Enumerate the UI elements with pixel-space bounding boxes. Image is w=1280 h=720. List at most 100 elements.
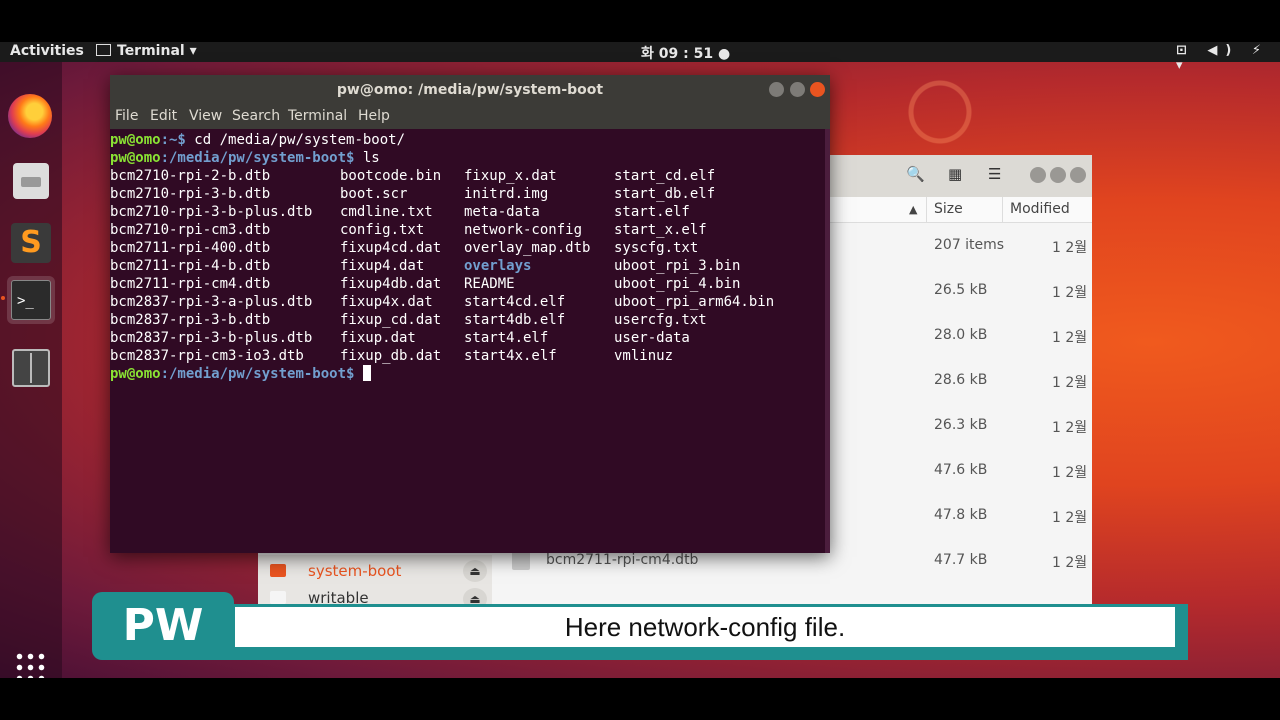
file-modified: 1 2월 <box>1052 375 1088 391</box>
menu-terminal[interactable]: Terminal <box>288 108 347 124</box>
listing-entry: bcm2710-rpi-2-b.dtb <box>110 168 271 184</box>
file-modified: 1 2월 <box>1052 240 1088 256</box>
file-modified: 1 2월 <box>1052 555 1088 571</box>
show-applications-icon[interactable] <box>14 651 48 678</box>
listing-entry: start4cd.elf <box>464 294 566 310</box>
prompt-path: :/media/pw/system-boot$ <box>160 366 363 382</box>
listing-column: bcm2710-rpi-2-b.dtb bcm2710-rpi-3-b.dtb bc… <box>110 167 312 365</box>
column-divider <box>926 197 927 222</box>
files-icon[interactable] <box>7 157 55 205</box>
dual-pane-icon <box>12 349 50 387</box>
listing-entry: meta-data <box>464 204 540 220</box>
listing-column: start_cd.elf start_db.elf start.elf start_x… <box>614 167 774 365</box>
minimize-button[interactable] <box>1030 167 1046 183</box>
menu-edit[interactable]: Edit <box>150 108 177 124</box>
listing-entry: bcm2711-rpi-4-b.dtb <box>110 258 271 274</box>
terminal-glyph: >_ <box>11 280 51 320</box>
command-line: pw@omo:/media/pw/system-boot$ ls <box>110 149 380 167</box>
listing-entry: fixup4db.dat <box>340 276 442 292</box>
terminal-small-icon <box>96 44 111 56</box>
listing-entry: bcm2837-rpi-cm3-io3.dtb <box>110 348 304 364</box>
listing-entry: fixup4x.dat <box>340 294 433 310</box>
listing-entry: syscfg.txt <box>614 240 699 256</box>
running-indicator <box>1 296 5 300</box>
maximize-button[interactable] <box>1050 167 1066 183</box>
search-icon[interactable]: 🔍 <box>906 165 925 183</box>
letterbox-bottom <box>0 678 1280 720</box>
column-modified[interactable]: Modified <box>1010 201 1070 217</box>
listing-column: bootcode.bin boot.scr cmdline.txt config.tx… <box>340 167 441 365</box>
listing-entry: bcm2837-rpi-3-a-plus.dtb <box>110 294 313 310</box>
file-size: 47.6 kB <box>934 462 988 478</box>
terminal-menubar: File Edit View Search Terminal Help <box>110 105 830 129</box>
listing-entry: vmlinuz <box>614 348 674 364</box>
sort-arrow-icon[interactable]: ▲ <box>909 203 917 216</box>
eject-icon[interactable]: ⏏ <box>463 560 487 582</box>
listing-entry: README <box>464 276 515 292</box>
menu-help[interactable]: Help <box>358 108 390 124</box>
maximize-button[interactable] <box>790 82 805 97</box>
file-size: 26.5 kB <box>934 282 988 298</box>
file-modified: 1 2월 <box>1052 330 1088 346</box>
menu-icon[interactable]: ☰ <box>988 165 1001 183</box>
file-name: bcm2711-rpi-cm4.dtb <box>546 552 699 568</box>
app-menu-label: Terminal ▾ <box>117 43 197 59</box>
dock: S >_ <box>0 62 62 678</box>
listing-entry: boot.scr <box>340 186 408 202</box>
listing-column: fixup_x.dat initrd.img meta-data network-co… <box>464 167 590 365</box>
listing-entry: fixup_cd.dat <box>340 312 442 328</box>
menu-view[interactable]: View <box>189 108 222 124</box>
terminal-icon[interactable]: >_ <box>1 276 55 324</box>
prompt-user: pw@omo <box>110 150 161 166</box>
listing-entry: start.elf <box>614 204 690 220</box>
listing-entry: config.txt <box>340 222 425 238</box>
scrollbar[interactable] <box>825 129 830 553</box>
listing-entry: network-config <box>464 222 583 238</box>
sublime-icon[interactable]: S <box>7 219 55 267</box>
caption-text: Here network-config file. <box>235 607 1175 647</box>
clock[interactable]: 화 09 : 51 ● <box>641 43 730 63</box>
activities-button[interactable]: Activities <box>10 43 84 59</box>
system-tray[interactable]: ⊡ ◀) ⚡ ▾ <box>1176 43 1280 73</box>
listing-entry: initrd.img <box>464 186 549 202</box>
terminal-window[interactable]: pw@omo: /media/pw/system-boot File Edit … <box>110 75 830 553</box>
listing-entry: bcm2710-rpi-cm3.dtb <box>110 222 271 238</box>
listing-entry: start4x.elf <box>464 348 557 364</box>
listing-entry: usercfg.txt <box>614 312 707 328</box>
close-button[interactable] <box>1070 167 1086 183</box>
terminal-title[interactable]: pw@omo: /media/pw/system-boot <box>110 75 830 105</box>
listing-entry: overlay_map.dtb <box>464 240 591 256</box>
close-button[interactable] <box>810 82 825 97</box>
text-cursor <box>362 365 371 381</box>
file-size: 47.7 kB <box>934 552 988 568</box>
listing-entry: uboot_rpi_4.bin <box>614 276 741 292</box>
file-size: 28.6 kB <box>934 372 988 388</box>
prompt-path: :~$ <box>160 132 195 148</box>
prompt-path: :/media/pw/system-boot$ <box>160 150 363 166</box>
prompt-user: pw@omo <box>110 132 161 148</box>
listing-entry: overlays <box>464 258 532 274</box>
sidebar-item-system-boot[interactable]: system-boot <box>308 562 401 580</box>
listing-entry: bcm2837-rpi-3-b.dtb <box>110 312 271 328</box>
listing-entry: fixup_x.dat <box>464 168 557 184</box>
file-manager-icon[interactable] <box>7 344 55 392</box>
listing-entry: start_cd.elf <box>614 168 716 184</box>
file-modified: 1 2월 <box>1052 285 1088 301</box>
command-text: cd /media/pw/system-boot/ <box>194 132 406 148</box>
menu-search[interactable]: Search <box>232 108 280 124</box>
drawer-icon <box>13 163 49 199</box>
firefox-icon[interactable] <box>8 94 52 138</box>
listing-entry: bcm2837-rpi-3-b-plus.dtb <box>110 330 313 346</box>
column-size[interactable]: Size <box>934 201 963 217</box>
minimize-button[interactable] <box>769 82 784 97</box>
listing-entry: cmdline.txt <box>340 204 433 220</box>
listing-entry: bcm2711-rpi-cm4.dtb <box>110 276 271 292</box>
listing-entry: user-data <box>614 330 690 346</box>
command-line: pw@omo:/media/pw/system-boot$ <box>110 365 371 383</box>
file-size: 26.3 kB <box>934 417 988 433</box>
app-menu-button[interactable]: Terminal ▾ <box>96 43 197 59</box>
caption-overlay: PW Here network-config file. <box>92 592 1188 662</box>
grid-view-icon[interactable]: ▦ <box>948 165 962 183</box>
menu-file[interactable]: File <box>115 108 138 124</box>
terminal-output[interactable]: pw@omo:~$ cd /media/pw/system-boot/ pw@o… <box>110 129 830 553</box>
